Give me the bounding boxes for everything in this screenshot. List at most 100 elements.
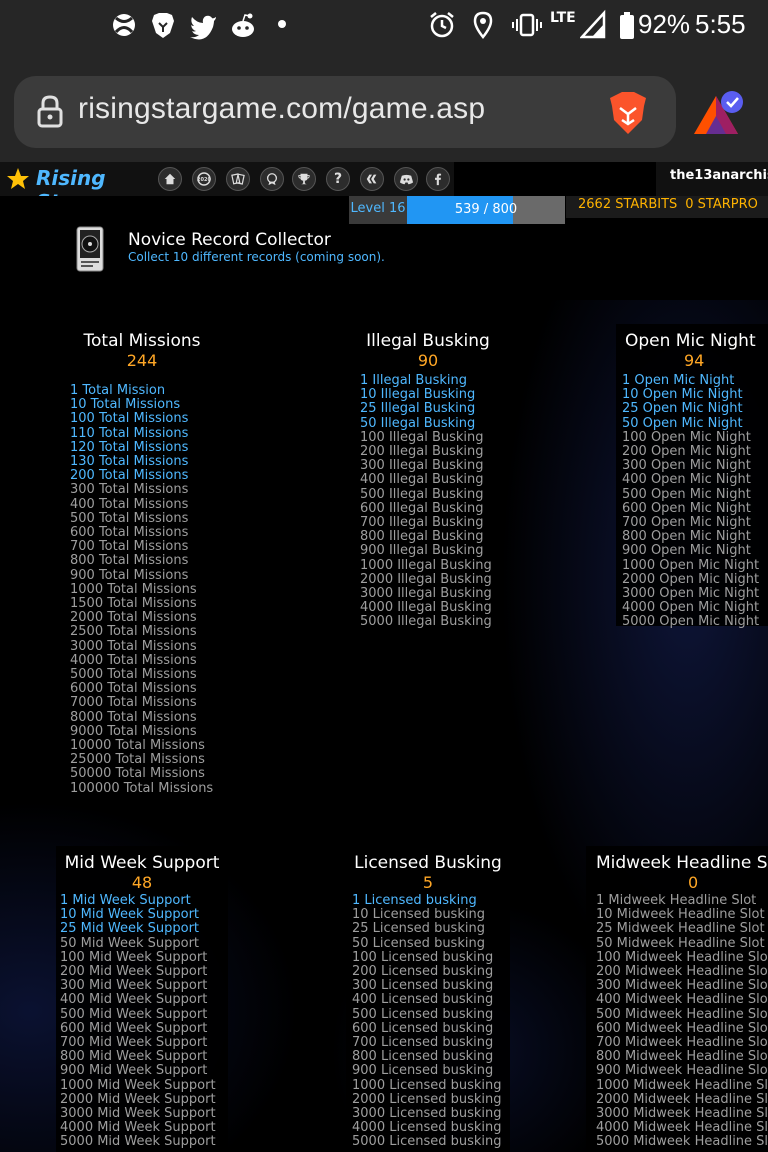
- home-icon[interactable]: [158, 167, 182, 191]
- alarm-icon: [430, 12, 454, 38]
- mission-milestone-locked: 4000 Midweek Headline Slot: [596, 1120, 768, 1136]
- mission-column-midweek-headline-slot: Midweek Headline Slot 0 1 Midweek Headli…: [586, 846, 768, 1152]
- mission-milestone-locked: 500 Licensed busking: [352, 1006, 494, 1022]
- mission-milestone-locked: 400 Open Mic Night: [622, 472, 751, 488]
- mission-milestone-locked: 400 Total Missions: [70, 496, 189, 512]
- mission-milestone-locked: 100 Licensed busking: [352, 949, 494, 965]
- star-icon: [7, 168, 29, 189]
- mission-milestone-locked: 1500 Total Missions: [70, 596, 197, 612]
- cards-icon[interactable]: [226, 167, 250, 191]
- mission-milestone-locked: 800 Mid Week Support: [60, 1049, 208, 1065]
- column-title: Illegal Busking: [366, 331, 490, 351]
- column-count: 94: [684, 351, 705, 370]
- mission-milestone-locked: 6000 Total Missions: [70, 681, 197, 697]
- mission-milestone-completed: 200 Total Missions: [70, 468, 189, 484]
- mission-milestone-locked: 1000 Open Mic Night: [622, 557, 760, 573]
- mission-milestone-locked: 300 Illegal Busking: [360, 458, 484, 474]
- mission-milestone-completed: 10 Mid Week Support: [60, 907, 200, 923]
- column-count: 90: [417, 351, 439, 370]
- mission-list: 1 Total Mission 10 Total Missions 100 Tota…: [64, 383, 220, 796]
- mission-milestone-completed: 50 Open Mic Night: [622, 415, 743, 431]
- column-title: Mid Week Support: [64, 853, 220, 873]
- help-icon[interactable]: ?: [326, 167, 350, 191]
- mission-milestone-locked: 400 Mid Week Support: [60, 992, 208, 1008]
- mission-milestone-locked: 500 Illegal Busking: [360, 486, 484, 502]
- trophy-icon[interactable]: [292, 167, 316, 191]
- mission-column-mid-week-support: Mid Week Support 48 1 Mid Week Support 10…: [56, 846, 228, 1152]
- mission-milestone-locked: 5000 Total Missions: [70, 667, 197, 683]
- mission-milestone-locked: 900 Total Missions: [70, 567, 189, 583]
- mission-milestone-locked: 10 Licensed busking: [352, 907, 485, 923]
- column-title: Licensed Busking: [354, 853, 502, 873]
- mission-milestone-locked: 400 Licensed busking: [352, 992, 494, 1008]
- achievement-title: Novice Record Collector: [128, 230, 331, 250]
- discord-icon[interactable]: [394, 167, 418, 191]
- mission-milestone-locked: 25 Midweek Headline Slot: [596, 921, 765, 937]
- mission-milestone-completed: 10 Total Missions: [70, 397, 181, 413]
- column-title: Total Missions: [83, 331, 201, 351]
- mission-milestone-locked: 700 Midweek Headline Slot: [596, 1035, 768, 1051]
- mission-milestone-locked: 1000 Illegal Busking: [360, 557, 492, 573]
- signal-icon: [580, 9, 606, 39]
- currency-display: 2662 STARBITS 0 STARPRO: [566, 196, 768, 218]
- nav-spacer: [454, 162, 656, 196]
- mission-milestone-completed: 120 Total Missions: [70, 439, 189, 455]
- mission-milestone-locked: 3000 Illegal Busking: [360, 586, 492, 602]
- reddit-icon: [232, 13, 254, 37]
- mission-milestone-locked: 300 Mid Week Support: [60, 978, 208, 994]
- mission-milestone-locked: 3000 Mid Week Support: [60, 1106, 216, 1122]
- address-bar[interactable]: risingstargame.com/game.asp: [14, 76, 676, 148]
- mission-milestone-completed: 10 Illegal Busking: [360, 387, 476, 403]
- mission-milestone-locked: 50 Mid Week Support: [60, 935, 200, 951]
- mission-milestone-locked: 700 Licensed busking: [352, 1035, 494, 1051]
- battery-icon: [620, 12, 634, 39]
- url-text[interactable]: risingstargame.com/game.asp: [78, 92, 485, 126]
- mission-milestone-locked: 900 Midweek Headline Slot: [596, 1063, 768, 1079]
- mission-milestone-locked: 300 Licensed busking: [352, 978, 494, 994]
- column-title: Midweek Headline Slot: [596, 853, 768, 873]
- mission-milestone-locked: 1 Midweek Headline Slot: [596, 893, 757, 908]
- mission-milestone-completed: 1 Illegal Busking: [360, 373, 467, 388]
- rising-star-logo[interactable]: Rising Star: [2, 164, 154, 214]
- mission-milestone-locked: 200 Illegal Busking: [360, 444, 484, 460]
- mission-milestone-locked: 800 Illegal Busking: [360, 529, 484, 545]
- game-2020-icon[interactable]: 2020: [192, 167, 216, 191]
- xp-progress-bar: 539 / 800: [407, 196, 565, 224]
- medal-icon[interactable]: [260, 167, 284, 191]
- xbox-icon: [113, 14, 135, 36]
- mission-milestone-locked: 4000 Total Missions: [70, 652, 197, 668]
- browser-toolbar: risingstargame.com/game.asp: [0, 52, 768, 162]
- hive-icon[interactable]: [360, 167, 384, 191]
- mission-list: 1 Licensed busking 10 Licensed busking 25 …: [346, 893, 510, 1150]
- mission-milestone-locked: 500 Midweek Headline Slot: [596, 1006, 768, 1022]
- mission-milestone-locked: 100 Midweek Headline Slot: [596, 949, 768, 965]
- lock-icon[interactable]: [36, 94, 64, 128]
- mission-milestone-locked: 600 Mid Week Support: [60, 1020, 208, 1036]
- brave-shields-icon[interactable]: [608, 90, 648, 136]
- username[interactable]: the13anarchist: [670, 168, 768, 183]
- facebook-icon[interactable]: [426, 167, 450, 191]
- mission-milestone-completed: 50 Illegal Busking: [360, 415, 476, 431]
- mission-milestone-completed: 100 Total Missions: [70, 411, 189, 427]
- mission-milestone-locked: 600 Illegal Busking: [360, 500, 484, 516]
- mission-milestone-locked: 4000 Open Mic Night: [622, 600, 760, 616]
- mission-list: 1 Illegal Busking 10 Illegal Busking 25 Il…: [354, 373, 502, 630]
- mission-milestone-locked: 2000 Midweek Headline Slot: [596, 1091, 768, 1107]
- mission-milestone-locked: 700 Mid Week Support: [60, 1035, 208, 1051]
- brave-icon: [152, 13, 174, 38]
- mission-milestone-locked: 700 Illegal Busking: [360, 515, 484, 531]
- brave-rewards-icon[interactable]: [690, 88, 746, 138]
- mission-milestone-locked: 900 Open Mic Night: [622, 543, 751, 559]
- mission-column-licensed-busking: Licensed Busking 5 1 Licensed busking 10 …: [346, 846, 510, 1152]
- mission-column-total-missions: Total Missions 244 1 Total Mission 10 Tot…: [64, 324, 220, 798]
- record-card-icon: [76, 226, 104, 272]
- mission-milestone-completed: 1 Licensed busking: [352, 893, 477, 908]
- mission-milestone-locked: 700 Open Mic Night: [622, 515, 751, 531]
- mission-milestone-locked: 1000 Mid Week Support: [60, 1077, 216, 1093]
- mission-milestone-locked: 10000 Total Missions: [70, 738, 205, 754]
- mission-milestone-locked: 800 Licensed busking: [352, 1049, 494, 1065]
- mission-milestone-locked: 50 Licensed busking: [352, 935, 485, 951]
- mission-milestone-completed: 130 Total Missions: [70, 454, 189, 470]
- mission-milestone-completed: 25 Open Mic Night: [622, 401, 743, 417]
- mission-milestone-locked: 900 Licensed busking: [352, 1063, 494, 1079]
